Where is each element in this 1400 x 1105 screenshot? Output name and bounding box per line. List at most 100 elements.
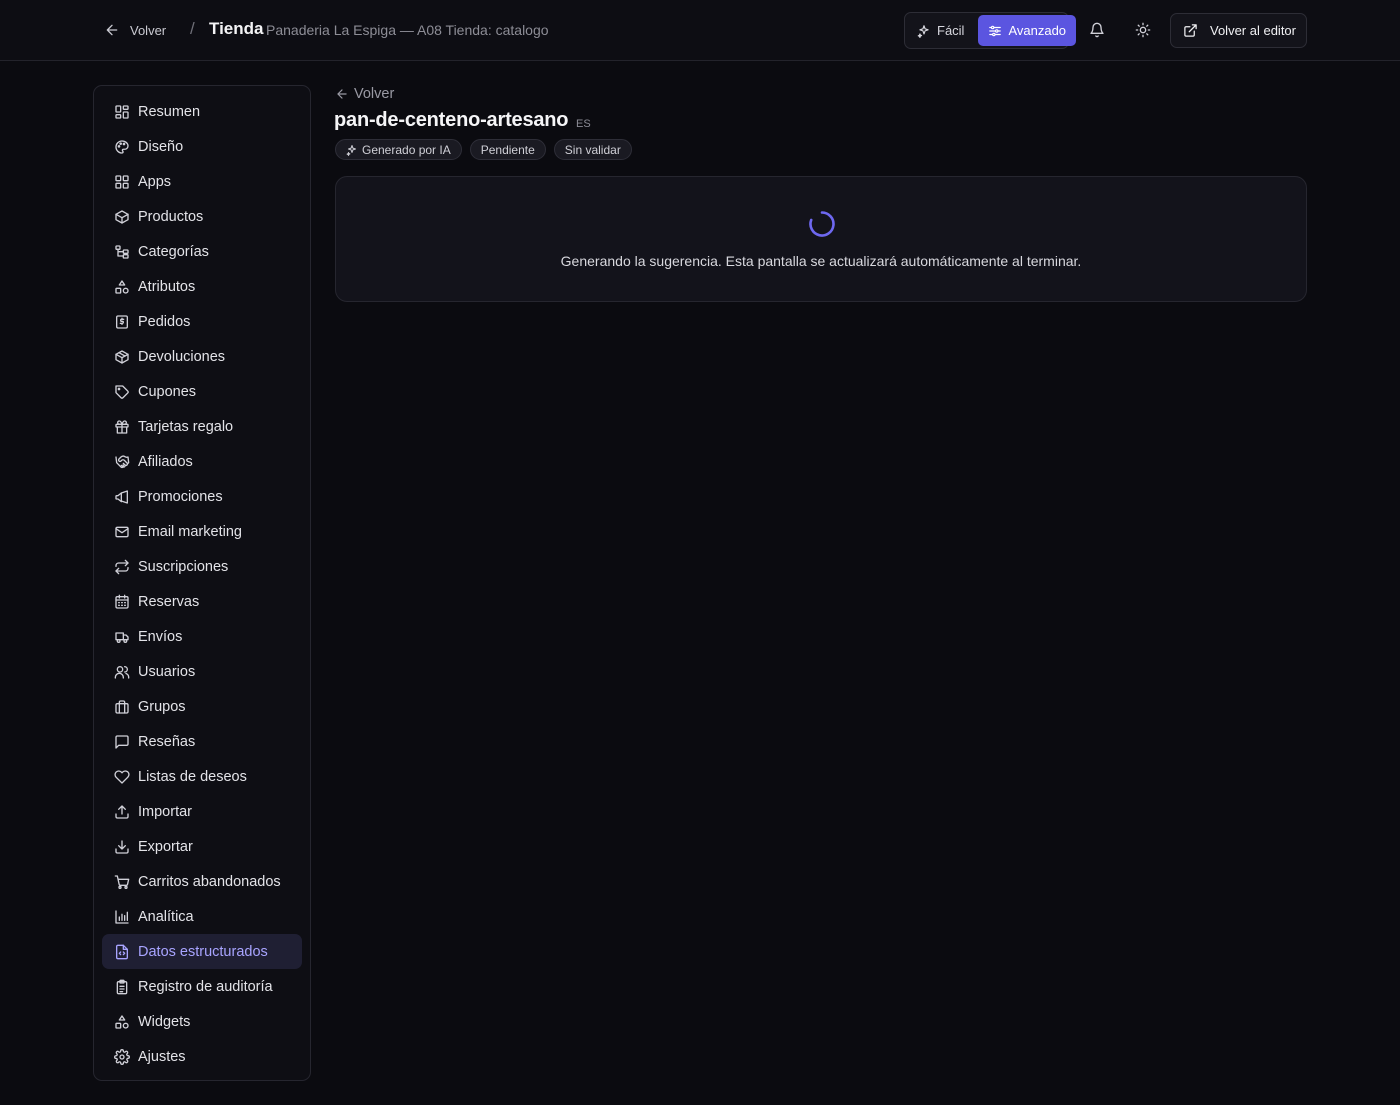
briefcase-icon: [114, 699, 130, 715]
sidebar-item-label: Carritos abandonados: [138, 873, 281, 890]
content-back-label: Volver: [354, 86, 395, 102]
sidebar-item-label: Promociones: [138, 488, 223, 505]
shapes-icon: [114, 279, 130, 295]
sidebar-item-apps[interactable]: Apps: [102, 164, 302, 199]
sidebar-item-label: Widgets: [138, 1013, 191, 1030]
sidebar-item-label: Registro de auditoría: [138, 978, 273, 995]
sidebar-item-label: Pedidos: [138, 313, 191, 330]
external-link-icon: [1183, 23, 1198, 38]
heart-icon: [114, 769, 130, 785]
app-title: Tienda: [209, 19, 264, 38]
sidebar-item-widgets[interactable]: Widgets: [102, 1004, 302, 1039]
sidebar-item-diseno[interactable]: Diseño: [102, 129, 302, 164]
sidebar-item-envios[interactable]: Envíos: [102, 619, 302, 654]
loading-spinner-icon: [808, 210, 836, 238]
sidebar-item-suscripciones[interactable]: Suscripciones: [102, 549, 302, 584]
box-icon: [114, 209, 130, 225]
apps-icon: [114, 174, 130, 190]
sidebar-item-label: Reservas: [138, 593, 200, 610]
sidebar-item-label: Listas de deseos: [138, 768, 247, 785]
clipboard-list-icon: [114, 979, 130, 995]
sidebar-item-importar[interactable]: Importar: [102, 794, 302, 829]
sidebar-item-resenas[interactable]: Reseñas: [102, 724, 302, 759]
sidebar-item-label: Diseño: [138, 138, 184, 155]
receipt-icon: [114, 314, 130, 330]
sidebar-item-label: Exportar: [138, 838, 193, 855]
dashboard-icon: [114, 104, 130, 120]
sidebar-item-pedidos[interactable]: Pedidos: [102, 304, 302, 339]
sidebar-item-grupos[interactable]: Grupos: [102, 689, 302, 724]
mode-switch: Fácil Avanzado: [904, 12, 1077, 49]
sidebar-item-carritos-abandonados[interactable]: Carritos abandonados: [102, 864, 302, 899]
notifications-button[interactable]: [1085, 18, 1109, 42]
sidebar-item-reservas[interactable]: Reservas: [102, 584, 302, 619]
theme-toggle-button[interactable]: [1131, 18, 1155, 42]
mode-advanced-button[interactable]: Avanzado: [978, 15, 1077, 46]
sidebar-item-label: Resumen: [138, 103, 201, 120]
sidebar-item-resumen[interactable]: Resumen: [102, 94, 302, 129]
sidebar-item-label: Reseñas: [138, 733, 196, 750]
sidebar-item-ajustes[interactable]: Ajustes: [102, 1039, 302, 1074]
back-to-editor-button[interactable]: Volver al editor: [1170, 13, 1307, 48]
status-badges: Generado por IA Pendiente Sin validar: [335, 139, 632, 160]
bell-icon: [1089, 22, 1105, 38]
sidebar-item-email-marketing[interactable]: Email marketing: [102, 514, 302, 549]
sidebar-item-label: Ajustes: [138, 1048, 186, 1065]
users-icon: [114, 664, 130, 680]
page-title: pan-de-centeno-artesano: [334, 109, 569, 131]
sidebar-item-afiliados[interactable]: Afiliados: [102, 444, 302, 479]
sidebar-item-productos[interactable]: Productos: [102, 199, 302, 234]
sidebar-item-listas-de-deseos[interactable]: Listas de deseos: [102, 759, 302, 794]
suggestion-card: Generando la sugerencia. Esta pantalla s…: [335, 176, 1307, 302]
sidebar-item-label: Categorías: [138, 243, 209, 260]
sidebar-item-promociones[interactable]: Promociones: [102, 479, 302, 514]
not-validated-badge: Sin validar: [553, 139, 632, 160]
sidebar-item-label: Email marketing: [138, 523, 242, 540]
sidebar-item-datos-estructurados[interactable]: Datos estructurados: [102, 934, 302, 969]
sidebar-item-label: Afiliados: [138, 453, 193, 470]
shapes-icon: [114, 1014, 130, 1030]
bar-chart-icon: [114, 909, 130, 925]
sidebar-item-registro-de-auditoria[interactable]: Registro de auditoría: [102, 969, 302, 1004]
gear-icon: [114, 1048, 130, 1065]
file-code-icon: [114, 944, 130, 960]
handshake-icon: [114, 454, 130, 470]
calendar-icon: [114, 594, 130, 610]
breadcrumb-separator: /: [190, 19, 195, 38]
sidebar-item-label: Productos: [138, 208, 204, 225]
sidebar-item-devoluciones[interactable]: Devoluciones: [102, 339, 302, 374]
sidebar-item-label: Datos estructurados: [138, 943, 268, 960]
sidebar-item-atributos[interactable]: Atributos: [102, 269, 302, 304]
pending-badge: Pendiente: [469, 139, 546, 160]
megaphone-icon: [114, 489, 130, 505]
download-icon: [114, 839, 130, 855]
sidebar-item-label: Atributos: [138, 278, 196, 295]
back-button[interactable]: Volver: [104, 19, 166, 41]
sidebar-item-label: Usuarios: [138, 663, 196, 680]
store-subtitle: Panaderia La Espiga — A08 Tienda: catalo…: [266, 22, 549, 38]
palette-icon: [114, 139, 130, 155]
sidebar-item-analitica[interactable]: Analítica: [102, 899, 302, 934]
top-bar: Volver / Tienda Panaderia La Espiga — A0…: [0, 0, 1400, 61]
sidebar-item-tarjetas-regalo[interactable]: Tarjetas regalo: [102, 409, 302, 444]
content-back-link[interactable]: Volver: [335, 85, 394, 103]
status-message: Generando la sugerencia. Esta pantalla s…: [560, 253, 1082, 269]
sidebar-item-label: Suscripciones: [138, 558, 229, 575]
sparkles-icon: [346, 144, 358, 156]
sidebar-item-label: Tarjetas regalo: [138, 418, 234, 435]
arrow-left-icon: [104, 22, 120, 38]
sidebar-item-label: Envíos: [138, 628, 183, 645]
mail-icon: [114, 524, 130, 540]
sidebar-item-categorias[interactable]: Categorías: [102, 234, 302, 269]
upload-icon: [114, 804, 130, 820]
sliders-icon: [988, 24, 1002, 38]
mode-easy-button[interactable]: Fácil: [907, 15, 974, 46]
sidebar-item-cupones[interactable]: Cupones: [102, 374, 302, 409]
sidebar-item-usuarios[interactable]: Usuarios: [102, 654, 302, 689]
repeat-icon: [114, 559, 130, 575]
sidebar-item-exportar[interactable]: Exportar: [102, 829, 302, 864]
tag-icon: [114, 384, 130, 400]
package-return-icon: [114, 349, 130, 365]
mode-advanced-label: Avanzado: [1008, 23, 1067, 38]
back-to-editor-label: Volver al editor: [1210, 23, 1296, 38]
